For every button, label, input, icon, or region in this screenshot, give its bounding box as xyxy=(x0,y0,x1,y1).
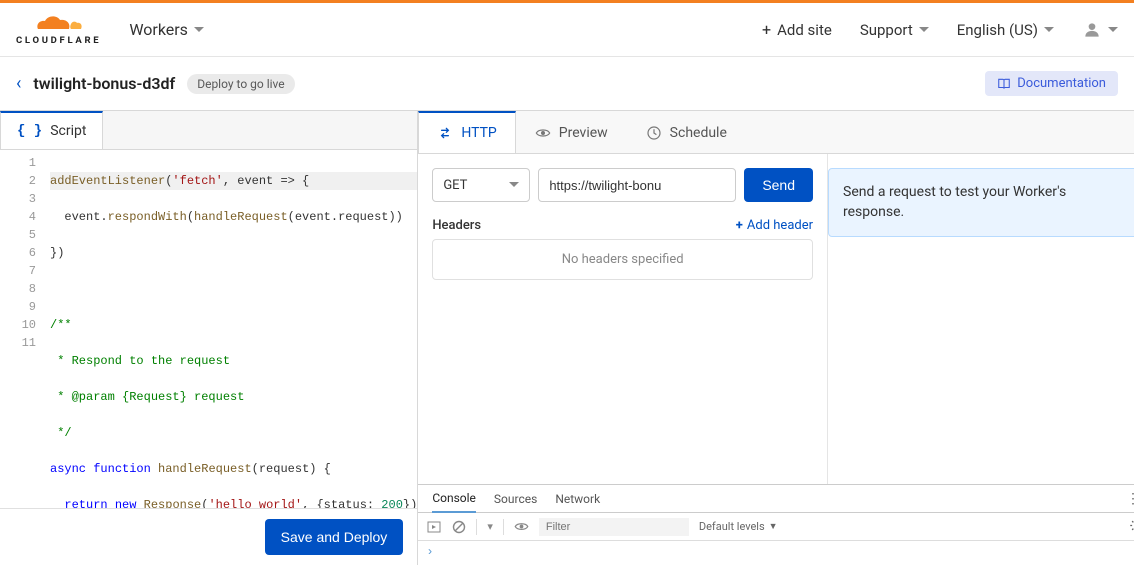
devtools-tab-network[interactable]: Network xyxy=(555,486,600,512)
back-button[interactable]: ‹ xyxy=(16,73,21,94)
language-dropdown[interactable]: English (US) xyxy=(957,21,1054,39)
clear-console-icon[interactable] xyxy=(451,519,466,534)
code-editor[interactable]: 1234567891011 addEventListener('fetch', … xyxy=(0,149,417,553)
toggle-drawer-icon[interactable] xyxy=(426,519,441,534)
url-input[interactable] xyxy=(538,168,736,202)
script-tab[interactable]: { } Script xyxy=(0,111,103,149)
caret-down-icon xyxy=(1044,27,1054,37)
user-icon xyxy=(1082,20,1102,40)
add-header-button[interactable]: + Add header xyxy=(736,218,813,233)
code-content[interactable]: addEventListener('fetch', event => { eve… xyxy=(50,150,417,553)
send-button[interactable]: Send xyxy=(744,168,813,202)
eye-icon xyxy=(535,125,551,141)
brand-text: CLOUDFLARE xyxy=(16,35,101,46)
user-menu[interactable] xyxy=(1082,20,1118,40)
caret-down-icon xyxy=(509,182,519,192)
deploy-badge[interactable]: Deploy to go live xyxy=(187,74,294,94)
live-expression-icon[interactable] xyxy=(514,519,529,534)
editor-pane: { } Script 1234567891011 addEventListene… xyxy=(0,111,417,565)
plus-icon: + xyxy=(736,218,743,233)
plus-icon: + xyxy=(762,20,771,39)
context-dropdown[interactable]: ▾ xyxy=(487,519,493,534)
no-headers-message: No headers specified xyxy=(432,239,813,280)
tab-http[interactable]: HTTP xyxy=(418,111,515,154)
documentation-link[interactable]: Documentation xyxy=(985,71,1118,96)
devtools-tab-console[interactable]: Console xyxy=(432,485,476,513)
preview-pane: HTTP Preview Schedule GET Send xyxy=(417,111,1134,565)
main-header: CLOUDFLARE Workers + Add site Support En… xyxy=(0,3,1134,57)
braces-icon: { } xyxy=(17,123,42,139)
http-icon xyxy=(437,125,453,141)
right-tab-bar: HTTP Preview Schedule xyxy=(418,111,1134,154)
clock-icon xyxy=(646,125,662,141)
book-icon xyxy=(997,77,1011,91)
devtools-settings-icon[interactable] xyxy=(1129,518,1134,536)
add-site-button[interactable]: + Add site xyxy=(762,20,832,39)
http-method-select[interactable]: GET xyxy=(432,168,530,202)
console-filter-input[interactable] xyxy=(539,518,689,536)
devtools: Console Sources Network ⋮ ▾ Default leve… xyxy=(418,484,1134,565)
tab-preview[interactable]: Preview xyxy=(516,111,627,154)
devtools-tab-sources[interactable]: Sources xyxy=(494,486,537,512)
tab-schedule[interactable]: Schedule xyxy=(627,111,746,154)
worker-name: twilight-bonus-d3df xyxy=(33,74,175,93)
cloudflare-logo[interactable]: CLOUDFLARE xyxy=(16,13,101,46)
caret-down-icon xyxy=(919,27,929,37)
console-prompt[interactable]: › xyxy=(418,541,1134,565)
save-deploy-button[interactable]: Save and Deploy xyxy=(265,519,404,555)
request-panel: GET Send Headers + Add header No headers… xyxy=(418,154,828,484)
caret-down-icon xyxy=(1108,27,1118,37)
support-dropdown[interactable]: Support xyxy=(860,21,929,39)
headers-label: Headers xyxy=(432,218,481,233)
line-gutter: 1234567891011 xyxy=(0,150,50,553)
devtools-more-icon[interactable]: ⋮ xyxy=(1122,487,1134,511)
info-box: Send a request to test your Worker's res… xyxy=(828,168,1134,237)
workers-dropdown[interactable]: Workers xyxy=(129,20,204,39)
log-levels-dropdown[interactable]: Default levels ▼ xyxy=(699,520,778,533)
sub-header: ‹ twilight-bonus-d3df Deploy to go live … xyxy=(0,57,1134,110)
caret-down-icon xyxy=(194,27,204,37)
